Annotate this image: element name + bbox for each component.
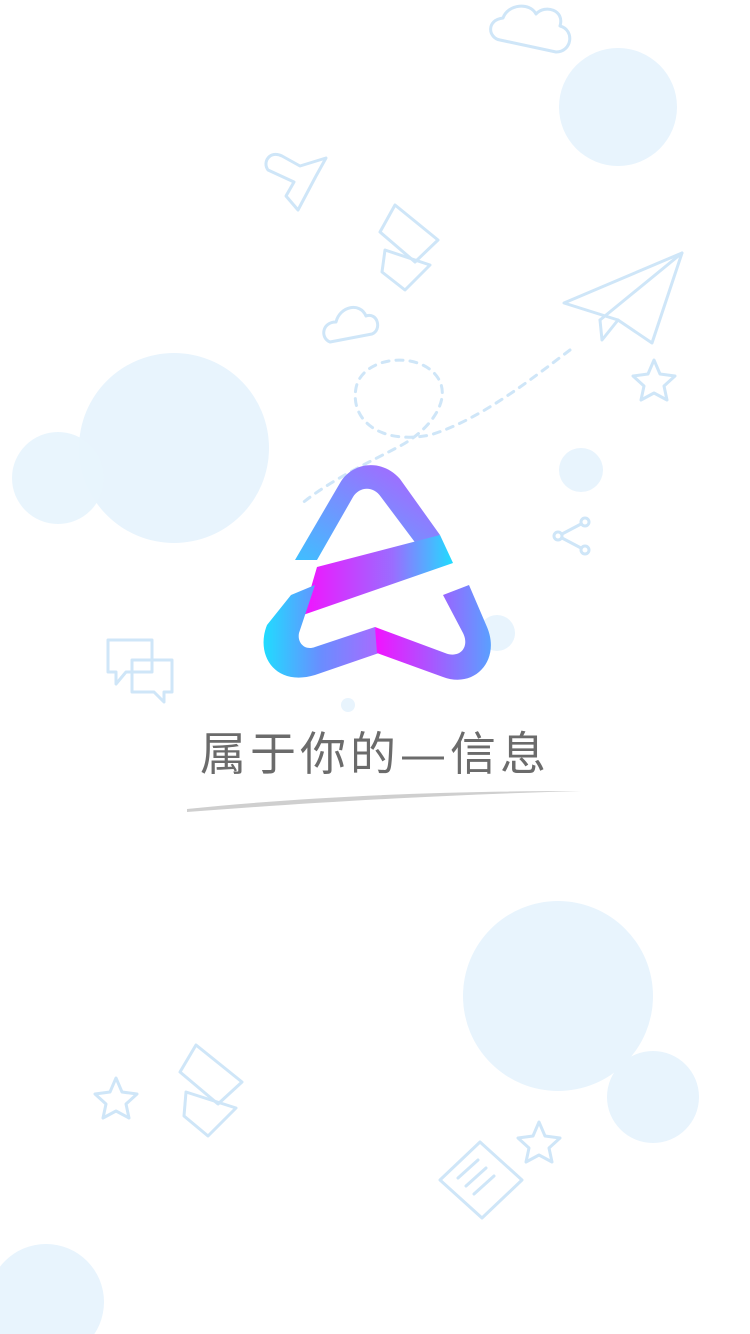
bubble-left-small (12, 432, 104, 524)
star-icon (516, 1120, 562, 1164)
splash-tagline: 属于你的—信息 (200, 727, 550, 781)
splash-screen: 属于你的—信息 (0, 0, 750, 1334)
share-icon (552, 516, 591, 556)
bubble-top-right (559, 48, 677, 166)
bubble-right-tiny (559, 448, 603, 492)
bubble-dot (341, 698, 355, 712)
tagline-underline (187, 791, 581, 812)
paper-plane-icon (562, 251, 684, 345)
chat-bubble-icon (106, 638, 174, 704)
cloud-icon (322, 306, 380, 344)
bubble-bottom-left (0, 1244, 104, 1334)
chat-diamond-icon (178, 1043, 244, 1138)
bubble-left-large (79, 353, 269, 543)
chat-diamond-icon (378, 203, 440, 292)
app-logo-icon (263, 465, 491, 680)
star-icon (93, 1076, 139, 1120)
document-icon (438, 1140, 524, 1220)
star-icon (631, 358, 677, 402)
bubble-bottom-right-small (607, 1051, 699, 1143)
bird-icon (264, 153, 328, 212)
cloud-icon (489, 4, 572, 54)
